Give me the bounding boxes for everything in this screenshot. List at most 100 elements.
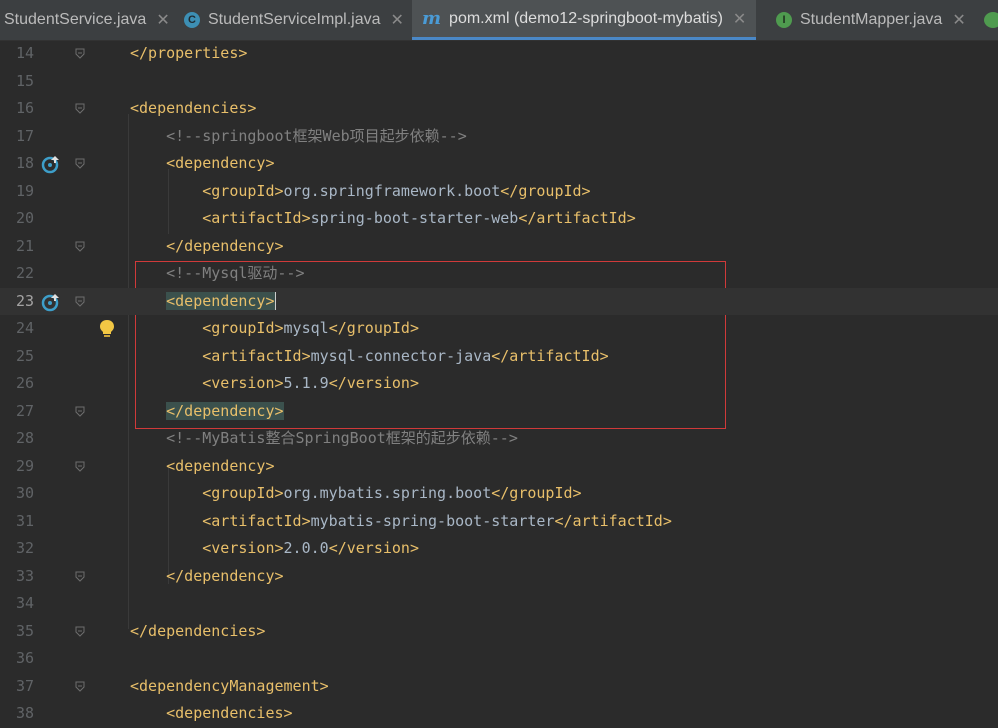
line-number: 14 bbox=[15, 44, 34, 62]
code-text: <dependency> bbox=[130, 150, 275, 178]
code-text: <version>2.0.0</version> bbox=[130, 535, 419, 563]
code-line[interactable]: 37 <dependencyManagement> bbox=[0, 673, 998, 701]
overridden-method-icon[interactable] bbox=[41, 292, 61, 312]
code-line[interactable]: 31 <artifactId>mybatis-spring-boot-start… bbox=[0, 508, 998, 536]
fold-icon[interactable] bbox=[75, 241, 85, 252]
code-token: </dependencies> bbox=[130, 621, 266, 640]
code-text: <dependencies> bbox=[130, 700, 293, 728]
code-line[interactable]: 38 <dependencies> bbox=[0, 700, 998, 728]
fold-icon[interactable] bbox=[75, 48, 85, 59]
code-line[interactable]: 20 <artifactId>spring-boot-starter-web</… bbox=[0, 205, 998, 233]
code-line[interactable]: 29 <dependency> bbox=[0, 453, 998, 481]
code-editor[interactable]: 14 </properties> 15 16 <dependencies> 17 <!--… bbox=[0, 40, 998, 722]
tab-studentserviceimpl[interactable]: C StudentServiceImpl.java ✕ bbox=[184, 0, 404, 40]
close-icon[interactable]: ✕ bbox=[156, 10, 169, 30]
code-token: <groupId> bbox=[202, 319, 284, 337]
close-icon[interactable]: ✕ bbox=[952, 10, 965, 30]
fold-icon[interactable] bbox=[75, 103, 85, 114]
line-number: 21 bbox=[15, 236, 34, 255]
code-line[interactable]: 33 </dependency> bbox=[0, 563, 998, 591]
fold-icon[interactable] bbox=[75, 461, 85, 472]
code-line[interactable]: 23 <dependency> bbox=[0, 287, 998, 316]
line-number: 23 bbox=[15, 291, 34, 310]
code-token: </artifactId> bbox=[518, 209, 636, 227]
code-token: <dependency> bbox=[166, 154, 275, 172]
code-line[interactable]: 16 <dependencies> bbox=[0, 95, 998, 123]
tab-pom-xml[interactable]: m pom.xml (demo12-springboot-mybatis) ✕ bbox=[412, 0, 757, 40]
code-line[interactable]: 24 <groupId>mysql</groupId> bbox=[0, 315, 998, 343]
more-tabs-icon[interactable] bbox=[984, 12, 998, 28]
code-line[interactable]: 35 </dependencies> bbox=[0, 618, 998, 646]
fold-icon[interactable] bbox=[75, 681, 85, 692]
tab-label: pom.xml (demo12-springboot-mybatis) bbox=[449, 9, 723, 27]
code-token: <dependency> bbox=[166, 291, 275, 310]
fold-icon[interactable] bbox=[75, 296, 85, 307]
tab-studentmapper[interactable]: I StudentMapper.java ✕ bbox=[776, 0, 966, 40]
line-number: 16 bbox=[15, 99, 34, 117]
code-token: </artifactId> bbox=[554, 511, 672, 530]
code-token: <artifactId> bbox=[202, 346, 311, 365]
code-token: <version> bbox=[202, 374, 284, 392]
code-text: </dependency> bbox=[130, 563, 284, 591]
fold-icon[interactable] bbox=[75, 158, 85, 169]
fold-icon[interactable] bbox=[75, 571, 85, 582]
code-line[interactable]: 21 </dependency> bbox=[0, 233, 998, 261]
code-token: </dependency> bbox=[166, 401, 284, 420]
line-number: 32 bbox=[15, 539, 34, 557]
close-icon[interactable]: ✕ bbox=[733, 9, 746, 29]
code-line[interactable]: 15 bbox=[0, 68, 998, 96]
text-cursor bbox=[274, 292, 276, 310]
code-line[interactable]: 17 <!--springboot框架Web项目起步依赖--> bbox=[0, 123, 998, 151]
tab-studentservice[interactable]: StudentService.java ✕ bbox=[4, 0, 170, 40]
code-token: <dependencies> bbox=[166, 704, 293, 722]
code-text: <dependency> bbox=[130, 288, 276, 316]
code-line[interactable]: 26 <version>5.1.9</version> bbox=[0, 370, 998, 398]
code-token: 5.1.9 bbox=[283, 374, 329, 392]
code-line[interactable]: 32 <version>2.0.0</version> bbox=[0, 535, 998, 563]
line-number: 35 bbox=[15, 621, 34, 640]
code-token: <!--MyBatis整合SpringBoot框架的起步依赖--> bbox=[130, 429, 518, 447]
code-token: </dependency> bbox=[166, 566, 284, 585]
overridden-method-icon[interactable] bbox=[41, 154, 61, 174]
code-line[interactable]: 14 </properties> bbox=[0, 40, 998, 68]
line-number: 17 bbox=[15, 126, 34, 145]
line-number: 36 bbox=[15, 649, 34, 667]
tab-label: StudentServiceImpl.java bbox=[208, 11, 381, 28]
line-number: 19 bbox=[15, 181, 34, 200]
code-line[interactable]: 27 </dependency> bbox=[0, 398, 998, 426]
line-number: 38 bbox=[15, 704, 34, 722]
code-token: <!--springboot框架Web项目起步依赖--> bbox=[130, 126, 467, 145]
fold-icon[interactable] bbox=[75, 626, 85, 637]
code-line[interactable]: 25 <artifactId>mysql-connector-java</art… bbox=[0, 343, 998, 371]
code-text: </dependency> bbox=[130, 233, 283, 261]
code-token: </groupId> bbox=[500, 181, 591, 200]
line-number: 25 bbox=[15, 346, 34, 365]
close-icon[interactable]: ✕ bbox=[391, 10, 404, 30]
code-token: <version> bbox=[202, 539, 284, 557]
code-line[interactable]: 22 <!--Mysql驱动--> bbox=[0, 260, 998, 288]
code-line[interactable]: 36 bbox=[0, 645, 998, 673]
code-line[interactable]: 28 <!--MyBatis整合SpringBoot框架的起步依赖--> bbox=[0, 425, 998, 453]
code-line[interactable]: 18 <dependency> bbox=[0, 150, 998, 178]
code-line[interactable]: 30 <groupId>org.mybatis.spring.boot</gro… bbox=[0, 480, 998, 508]
code-line[interactable]: 19 <groupId>org.springframework.boot</gr… bbox=[0, 178, 998, 206]
line-number: 27 bbox=[15, 401, 34, 420]
code-token: <dependencies> bbox=[130, 99, 257, 117]
lightbulb-icon[interactable] bbox=[98, 318, 116, 340]
code-token: spring-boot-starter-web bbox=[310, 209, 519, 227]
code-token: </properties> bbox=[130, 44, 248, 62]
editor-tab-bar: StudentService.java ✕ C StudentServiceIm… bbox=[0, 0, 998, 41]
fold-icon[interactable] bbox=[75, 406, 85, 417]
code-line[interactable]: 34 bbox=[0, 590, 998, 618]
code-text: <dependency> bbox=[130, 453, 274, 481]
maven-icon: m bbox=[422, 8, 442, 29]
code-text: <artifactId>mysql-connector-java</artifa… bbox=[130, 343, 608, 371]
line-number: 33 bbox=[15, 566, 34, 585]
